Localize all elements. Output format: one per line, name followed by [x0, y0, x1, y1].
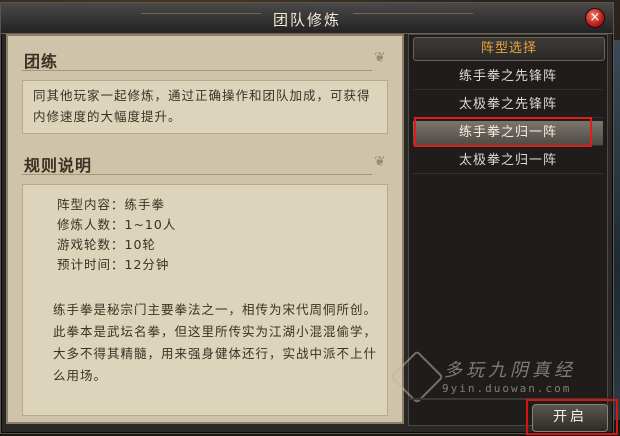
section-title-rules: 规则说明	[24, 156, 93, 175]
formation-select-header: 阵型选择	[413, 37, 605, 61]
section-header-rules: 规则说明 ❦	[8, 148, 402, 176]
formation-item[interactable]: 太极拳之归一阵	[413, 149, 603, 174]
title-ornament-right	[353, 13, 473, 22]
section-header-training: 团练 ❦	[8, 44, 402, 72]
section-divider	[22, 70, 372, 71]
section-title-training: 团练	[24, 52, 59, 71]
title-bar[interactable]: 团队修炼 ×	[1, 3, 613, 34]
start-button-highlight	[526, 399, 618, 435]
watermark-url: 9yin.duowan.com	[442, 382, 572, 395]
formation-lore: 练手拳是秘宗门主要拳法之一，相传为宋代周侗所创。此拳本是武坛名拳，但这里所传实为…	[53, 302, 378, 383]
info-rounds: 游戏轮数：10轮	[57, 237, 156, 252]
info-time: 预计时间：12分钟	[57, 257, 170, 272]
training-description: 同其他玩家一起修炼，通过正确操作和团队加成，可获得内修速度的大幅度提升。	[33, 88, 371, 124]
watermark-text: 多玩九阴真经	[444, 360, 576, 381]
window-title: 团队修炼	[272, 11, 341, 29]
cloud-ornament-icon: ❦	[374, 154, 386, 170]
rules-card: 阵型内容：练手拳 修炼人数：1~10人 游戏轮数：10轮 预计时间：12分钟 练…	[22, 184, 388, 416]
watermark: 多玩九阴真经 9yin.duowan.com	[390, 350, 608, 404]
info-formation: 阵型内容：练手拳	[57, 197, 166, 212]
formation-item[interactable]: 太极拳之先锋阵	[413, 93, 603, 118]
watermark-logo-icon	[390, 350, 444, 404]
formation-item[interactable]: 练手拳之先锋阵	[413, 65, 603, 90]
section-divider	[22, 174, 372, 175]
info-panel: 团练 ❦ 同其他玩家一起修炼，通过正确操作和团队加成，可获得内修速度的大幅度提升…	[6, 34, 404, 424]
training-description-card: 同其他玩家一起修炼，通过正确操作和团队加成，可获得内修速度的大幅度提升。	[22, 80, 388, 134]
info-players: 修炼人数：1~10人	[57, 217, 177, 232]
close-button[interactable]: ×	[585, 8, 605, 28]
selection-highlight	[414, 117, 592, 147]
cloud-ornament-icon: ❦	[374, 50, 386, 66]
